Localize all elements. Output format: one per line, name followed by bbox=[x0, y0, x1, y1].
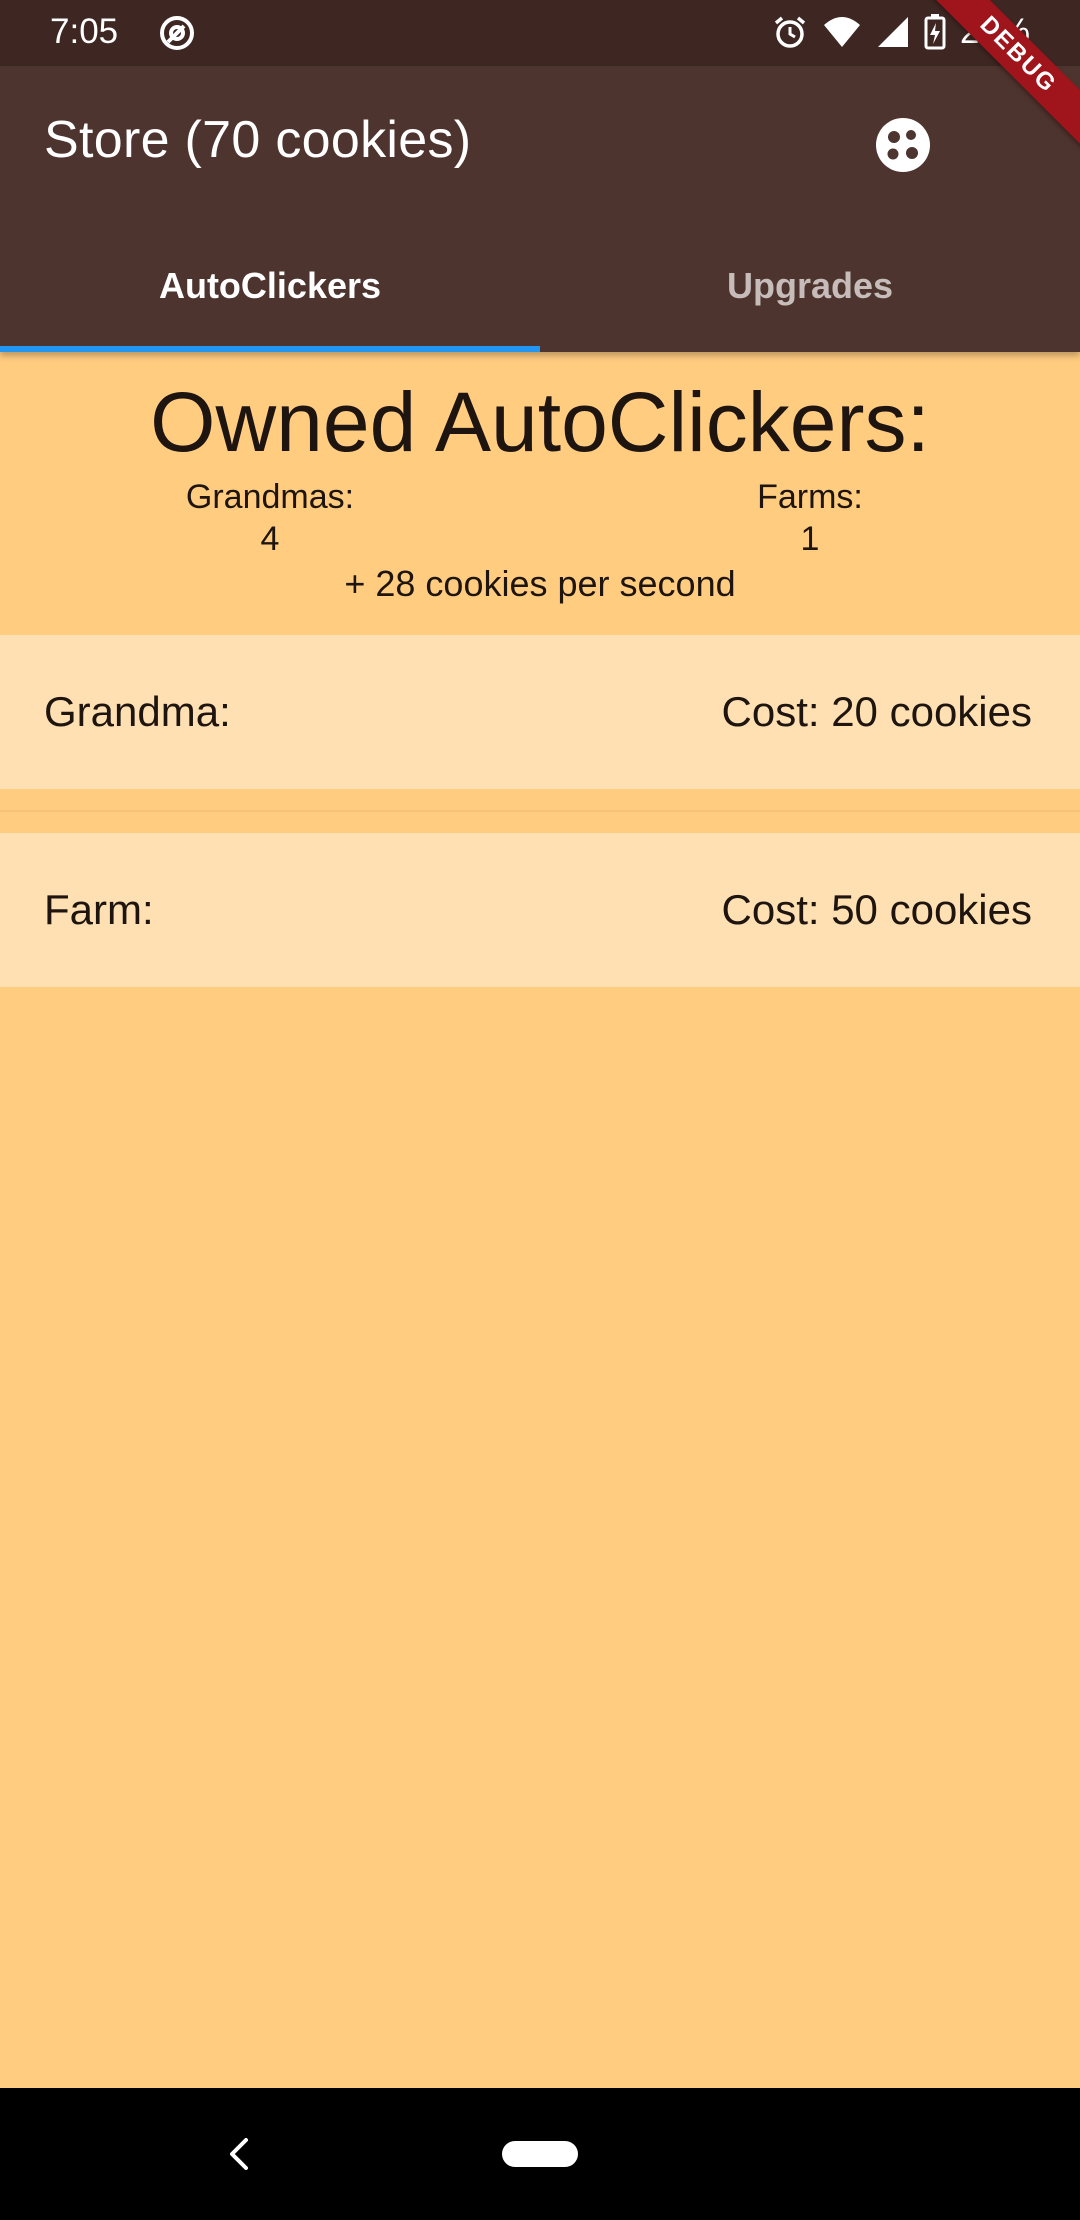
farms-summary: Farms: 1 bbox=[660, 476, 960, 560]
item-cost: Cost: 50 cookies bbox=[721, 886, 1033, 933]
page-title: Store (70 cookies) bbox=[44, 111, 472, 169]
farms-label: Farms: bbox=[757, 478, 863, 516]
tab-autoclickers[interactable]: AutoClickers bbox=[0, 220, 540, 352]
store-item-grandma[interactable]: Grandma: Cost: 20 cookies bbox=[0, 635, 1080, 789]
tab-upgrades[interactable]: Upgrades bbox=[540, 220, 1080, 352]
item-name: Farm: bbox=[44, 886, 154, 933]
divider bbox=[0, 810, 1080, 812]
item-cost: Cost: 20 cookies bbox=[721, 688, 1033, 735]
tab-label: Upgrades bbox=[726, 265, 894, 306]
navigation-bar bbox=[0, 2088, 1080, 2220]
app-bar: Store (70 cookies) AutoClickers Upgrades bbox=[0, 66, 1080, 352]
status-bar: 7:05 bbox=[0, 0, 1080, 66]
alarm-icon bbox=[772, 14, 808, 50]
tab-bar: AutoClickers Upgrades bbox=[0, 220, 1080, 352]
store-item-farm[interactable]: Farm: Cost: 50 cookies bbox=[0, 833, 1080, 987]
grandmas-count: 4 bbox=[260, 520, 280, 558]
battery-charging-icon bbox=[924, 14, 946, 50]
item-name: Grandma: bbox=[44, 688, 231, 735]
owned-title: Owned AutoClickers: bbox=[150, 375, 930, 469]
cookies-per-second: + 28 cookies per second bbox=[344, 563, 736, 604]
signal-icon bbox=[876, 15, 910, 49]
back-icon[interactable] bbox=[224, 2134, 254, 2174]
wifi-icon bbox=[822, 15, 862, 49]
tab-indicator bbox=[0, 346, 540, 352]
cookie-icon[interactable] bbox=[874, 116, 932, 174]
grandmas-summary: Grandmas: 4 bbox=[120, 476, 420, 560]
status-time: 7:05 bbox=[50, 12, 119, 51]
farms-count: 1 bbox=[800, 520, 820, 558]
tab-label: AutoClickers bbox=[158, 265, 382, 306]
home-pill[interactable] bbox=[502, 2141, 578, 2167]
at-sign-icon bbox=[158, 14, 196, 52]
grandmas-label: Grandmas: bbox=[185, 478, 355, 516]
